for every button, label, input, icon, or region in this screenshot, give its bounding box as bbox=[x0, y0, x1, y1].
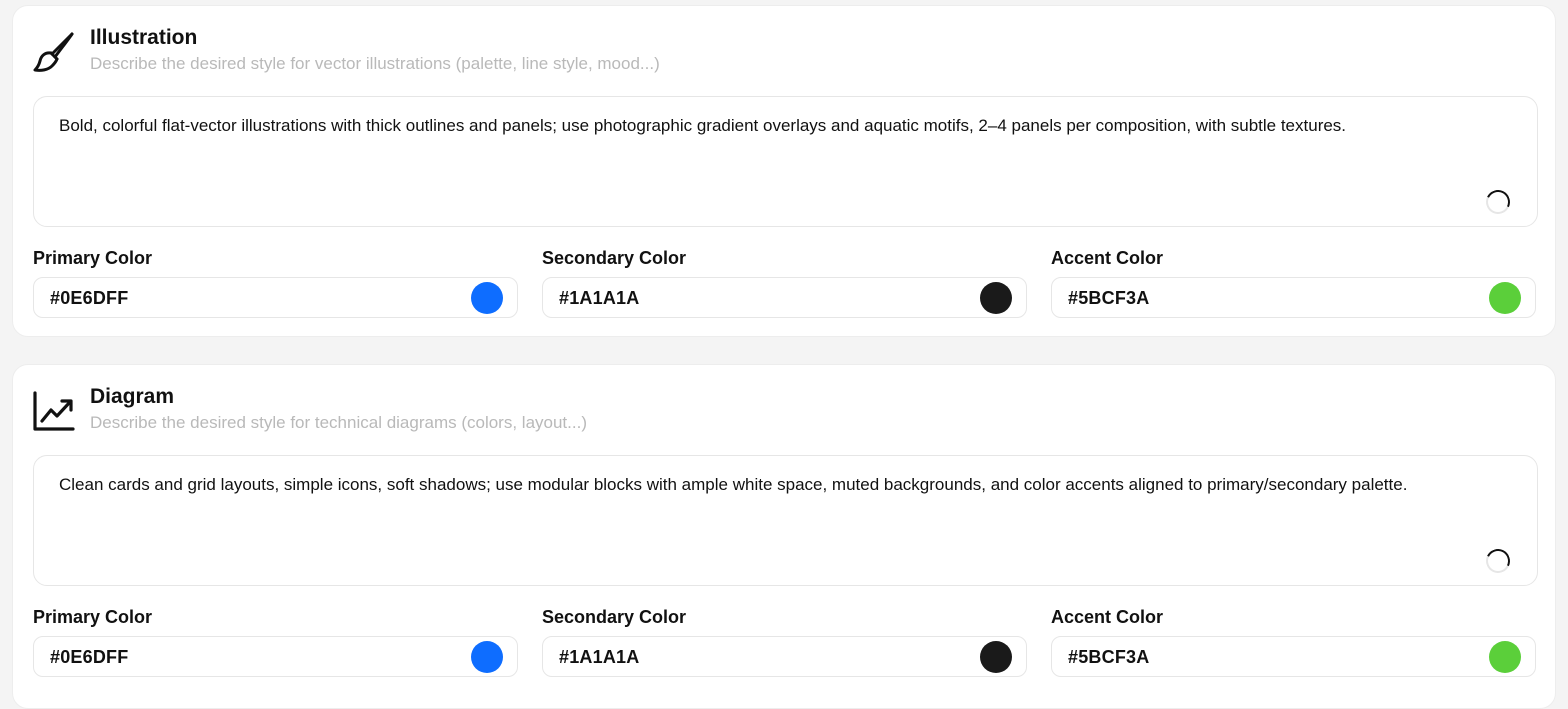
illustration-header: Illustration Describe the desired style … bbox=[32, 24, 1532, 80]
section-title: Diagram bbox=[90, 385, 175, 408]
primary-color-field: Primary Color #0E6DFF bbox=[33, 607, 518, 677]
loading-spinner-icon bbox=[1482, 545, 1514, 577]
accent-color-label: Accent Color bbox=[1051, 248, 1164, 268]
primary-color-value[interactable]: #0E6DFF bbox=[50, 288, 128, 309]
secondary-color-field: Secondary Color #1A1A1A bbox=[542, 248, 1027, 318]
primary-color-swatch[interactable] bbox=[471, 641, 503, 673]
primary-color-label: Primary Color bbox=[33, 607, 153, 627]
section-subtitle: Describe the desired style for vector il… bbox=[90, 54, 660, 73]
secondary-color-input[interactable]: #1A1A1A bbox=[542, 636, 1027, 677]
secondary-color-field: Secondary Color #1A1A1A bbox=[542, 607, 1027, 677]
style-prompt-text[interactable]: Bold, colorful flat-vector illustrations… bbox=[59, 115, 1499, 137]
primary-color-label: Primary Color bbox=[33, 248, 153, 268]
primary-color-field: Primary Color #0E6DFF bbox=[33, 248, 518, 318]
primary-color-input[interactable]: #0E6DFF bbox=[33, 636, 518, 677]
accent-color-field: Accent Color #5BCF3A bbox=[1051, 248, 1536, 318]
style-prompt-textarea[interactable]: Bold, colorful flat-vector illustrations… bbox=[33, 96, 1538, 227]
accent-color-swatch[interactable] bbox=[1489, 641, 1521, 673]
accent-color-value[interactable]: #5BCF3A bbox=[1068, 647, 1149, 668]
primary-color-value[interactable]: #0E6DFF bbox=[50, 647, 128, 668]
illustration-style-card: Illustration Describe the desired style … bbox=[12, 5, 1556, 337]
diagram-style-card: Diagram Describe the desired style for t… bbox=[12, 364, 1556, 709]
accent-color-label: Accent Color bbox=[1051, 607, 1164, 627]
accent-color-field: Accent Color #5BCF3A bbox=[1051, 607, 1536, 677]
color-settings-row: Primary Color #0E6DFF Secondary Color #1… bbox=[33, 248, 1538, 318]
paintbrush-icon bbox=[32, 30, 76, 74]
primary-color-swatch[interactable] bbox=[471, 282, 503, 314]
diagram-header: Diagram Describe the desired style for t… bbox=[32, 383, 1532, 439]
style-prompt-text[interactable]: Clean cards and grid layouts, simple ico… bbox=[59, 474, 1499, 496]
loading-spinner-icon bbox=[1482, 186, 1514, 218]
secondary-color-input[interactable]: #1A1A1A bbox=[542, 277, 1027, 318]
accent-color-input[interactable]: #5BCF3A bbox=[1051, 277, 1536, 318]
secondary-color-swatch[interactable] bbox=[980, 641, 1012, 673]
accent-color-input[interactable]: #5BCF3A bbox=[1051, 636, 1536, 677]
secondary-color-value[interactable]: #1A1A1A bbox=[559, 647, 639, 668]
primary-color-input[interactable]: #0E6DFF bbox=[33, 277, 518, 318]
secondary-color-label: Secondary Color bbox=[542, 607, 687, 627]
accent-color-value[interactable]: #5BCF3A bbox=[1068, 288, 1149, 309]
section-title: Illustration bbox=[90, 26, 198, 49]
secondary-color-value[interactable]: #1A1A1A bbox=[559, 288, 639, 309]
color-settings-row: Primary Color #0E6DFF Secondary Color #1… bbox=[33, 607, 1538, 677]
section-subtitle: Describe the desired style for technical… bbox=[90, 413, 587, 432]
accent-color-swatch[interactable] bbox=[1489, 282, 1521, 314]
trend-chart-icon bbox=[32, 389, 76, 433]
style-prompt-textarea[interactable]: Clean cards and grid layouts, simple ico… bbox=[33, 455, 1538, 586]
secondary-color-swatch[interactable] bbox=[980, 282, 1012, 314]
secondary-color-label: Secondary Color bbox=[542, 248, 687, 268]
